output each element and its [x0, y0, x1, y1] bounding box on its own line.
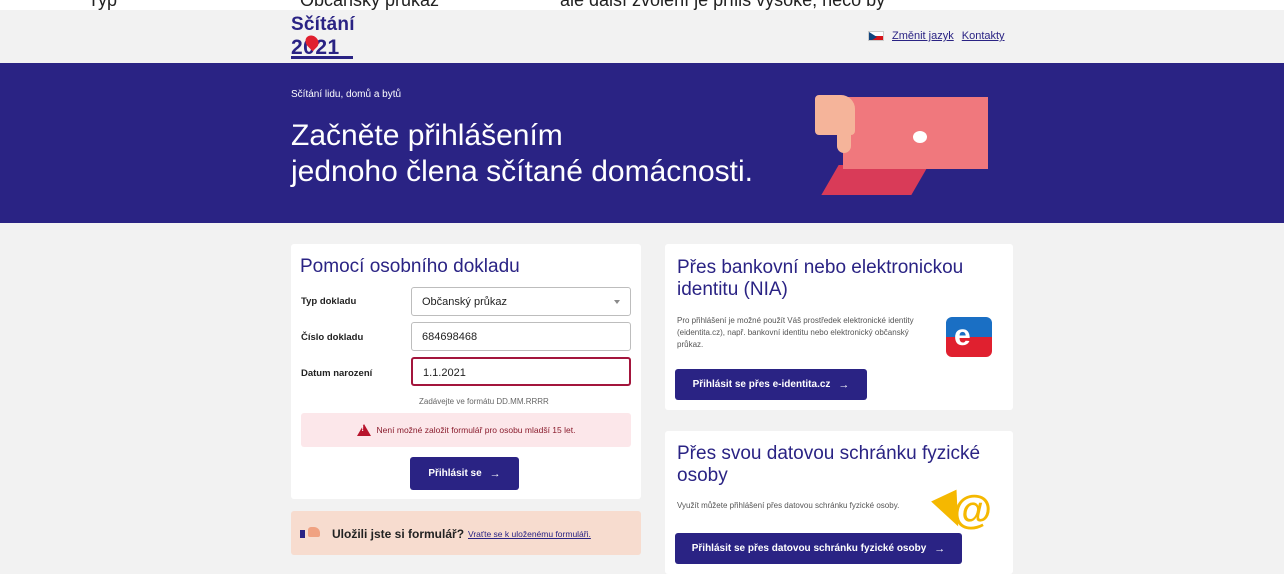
- arrow-right-icon: →: [489, 467, 501, 480]
- hero-banner: Sčítání lidu, domů a bytů Začněte přihlá…: [0, 63, 1284, 223]
- saved-form-link[interactable]: Vraťte se k uloženému formuláři.: [468, 529, 591, 539]
- birth-date-hint: Zadávejte ve formátu DD.MM.RRRR: [419, 397, 549, 406]
- arrow-right-icon: →: [838, 378, 850, 391]
- cropped-text: Občanský průkaz: [300, 0, 440, 10]
- banner-subtitle: Sčítání lidu, domů a bytů: [291, 89, 402, 100]
- error-alert: Není možné založit formulář pro osobu ml…: [301, 413, 631, 447]
- title-line-2: jednoho člena sčítané domácnosti.: [291, 155, 753, 188]
- card-title: Pomocí osobního dokladu: [300, 256, 520, 277]
- warning-icon: [356, 424, 371, 436]
- eidentita-button-label: Přihlásit se přes e-identita.cz: [692, 379, 831, 390]
- birth-date-label: Datum narození: [301, 368, 373, 379]
- eidentita-login-button[interactable]: Přihlásit se přes e-identita.cz →: [675, 369, 867, 400]
- change-language-link[interactable]: Změnit jazyk: [892, 30, 954, 42]
- doc-type-value: Občanský průkaz: [422, 296, 507, 308]
- login-button[interactable]: Přihlásit se →: [410, 457, 519, 490]
- header-links: Změnit jazyk Kontakty: [868, 30, 1005, 42]
- cropped-top-strip: Typ Občanský průkaz ale další zvolení je…: [0, 0, 1284, 10]
- chevron-down-icon: [614, 300, 620, 304]
- error-message: Není možné založit formulář pro osobu ml…: [376, 425, 576, 435]
- page-title: Začněte přihlášením jednoho člena sčítan…: [291, 118, 753, 190]
- eidentita-logo-icon: e: [946, 317, 992, 357]
- doc-type-label: Typ dokladu: [301, 296, 357, 307]
- doc-type-select[interactable]: Občanský průkaz: [411, 287, 631, 316]
- id-document-login-card: Pomocí osobního dokladu Typ dokladu Obča…: [291, 244, 641, 499]
- card-title: Přes svou datovou schránku fyzické osoby: [677, 443, 981, 486]
- data-box-login-card: Přes svou datovou schránku fyzické osoby…: [665, 431, 1013, 574]
- doc-number-value: 684698468: [422, 331, 478, 343]
- logo-text: Sčítání: [291, 14, 355, 35]
- scitani-logo[interactable]: Sčítání 2021: [291, 14, 371, 60]
- hand-pointing-icon: [300, 527, 320, 541]
- czech-flag-icon: [868, 31, 884, 41]
- data-box-login-button[interactable]: Přihlásit se přes datovou schránku fyzic…: [675, 533, 962, 564]
- doc-number-label: Číslo dokladu: [301, 332, 364, 343]
- nia-login-card: Přes bankovní nebo elektronickou identit…: [665, 244, 1013, 410]
- card-description: Pro přihlášení je možné použít Váš prost…: [677, 316, 914, 349]
- cropped-text: ale další zvolení je příliš vysoké, něco…: [560, 0, 886, 10]
- hand-form-illustration-icon: [815, 95, 995, 200]
- cropped-text: Typ: [88, 0, 118, 10]
- saved-form-banner: Uložili jste si formulář? Vraťte se k ul…: [291, 511, 641, 555]
- title-line-1: Začněte přihlášením: [291, 119, 563, 152]
- saved-form-text: Uložili jste si formulář?: [332, 527, 465, 541]
- doc-number-input[interactable]: 684698468: [411, 322, 631, 351]
- card-title: Přes bankovní nebo elektronickou identit…: [677, 257, 964, 300]
- contacts-link[interactable]: Kontakty: [962, 30, 1005, 42]
- data-box-at-icon: @: [931, 488, 999, 534]
- card-description: Využít můžete přihlášení přes datovou sc…: [677, 501, 900, 510]
- data-box-button-label: Přihlásit se přes datovou schránku fyzic…: [691, 543, 927, 554]
- arrow-right-icon: →: [934, 542, 946, 555]
- birth-date-value: 1.1.2021: [423, 367, 466, 379]
- birth-date-input[interactable]: 1.1.2021: [411, 357, 631, 386]
- logo-underline: [291, 56, 353, 59]
- site-header: Sčítání 2021 Změnit jazyk Kontakty: [0, 10, 1284, 63]
- login-button-label: Přihlásit se: [428, 468, 482, 479]
